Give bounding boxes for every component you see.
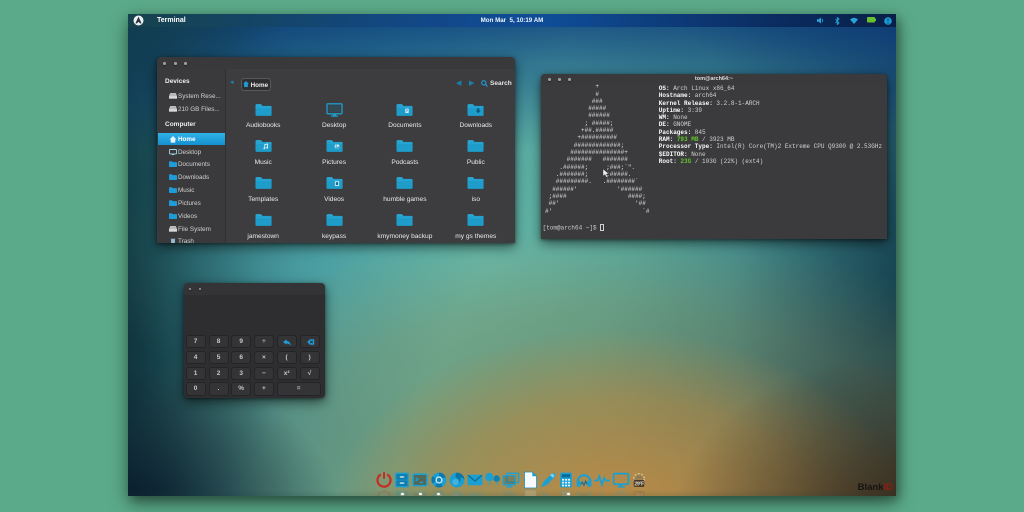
svg-text:29°F: 29°F — [634, 481, 645, 487]
svg-text:29°F: 29°F — [634, 491, 645, 496]
